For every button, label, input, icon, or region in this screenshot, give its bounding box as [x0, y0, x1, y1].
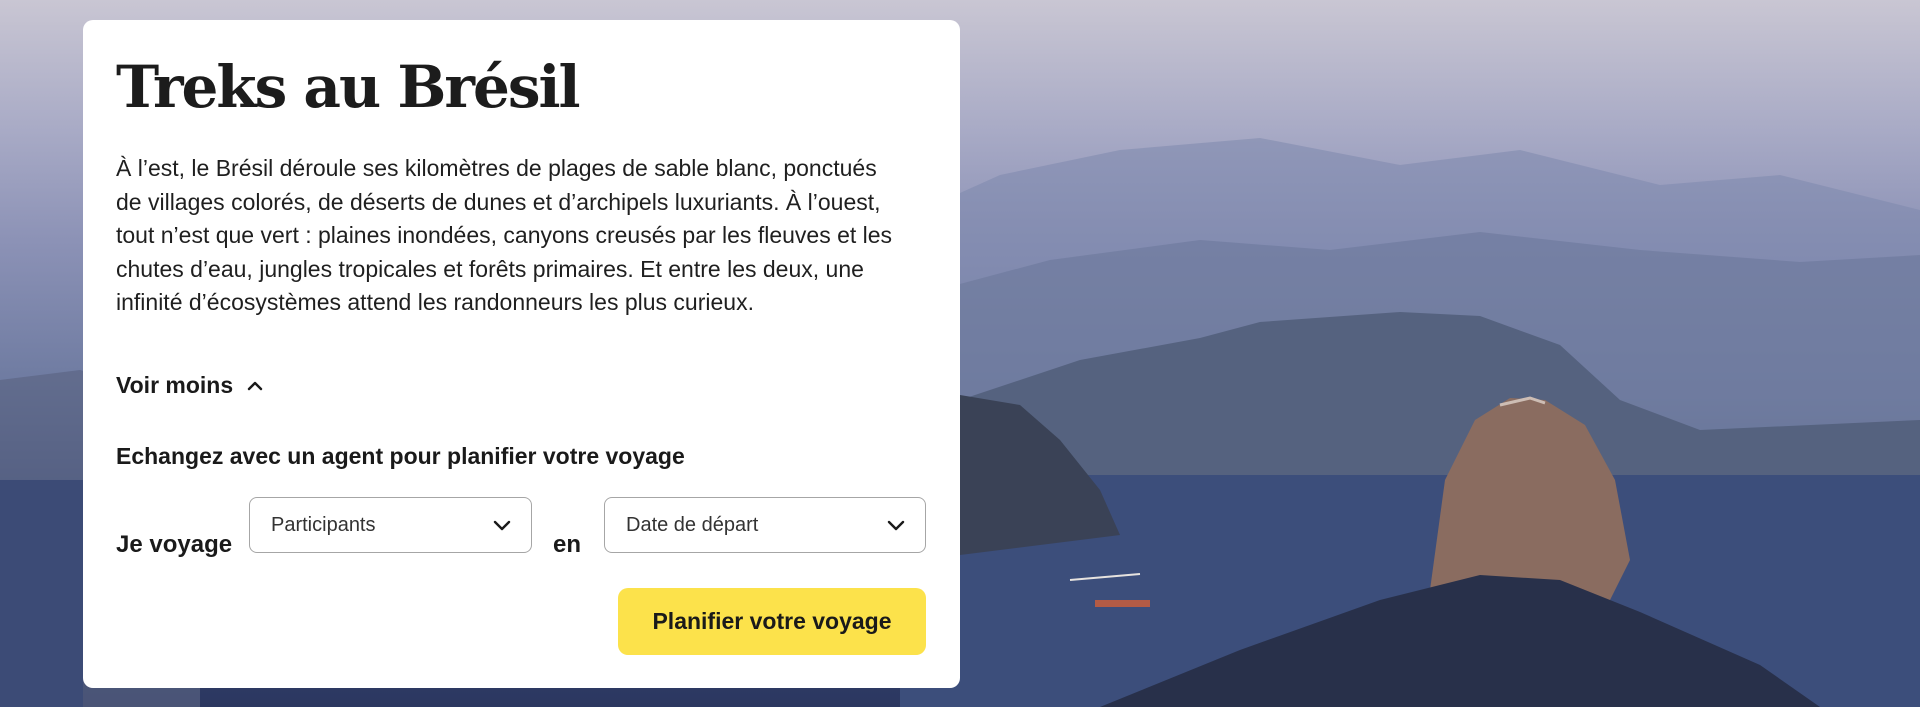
departure-date-select[interactable]: Date de départ — [604, 497, 926, 553]
planner-heading: Echangez avec un agent pour planifier vo… — [116, 443, 685, 469]
trek-info-card: Treks au Brésil À l’est, le Brésil dérou… — [83, 20, 960, 688]
in-label: en — [553, 531, 582, 558]
see-less-label: Voir moins — [116, 372, 234, 398]
participants-select[interactable]: Participants — [249, 497, 532, 553]
see-less-toggle[interactable]: Voir moins — [116, 372, 263, 399]
page-title: Treks au Brésil — [116, 53, 581, 121]
chevron-up-icon — [247, 381, 263, 390]
chevron-down-icon — [493, 520, 511, 530]
description-text: À l’est, le Brésil déroule ses kilomètre… — [116, 155, 893, 316]
chevron-down-icon — [887, 520, 905, 530]
plan-trip-button[interactable]: Planifier votre voyage — [618, 588, 926, 655]
participants-placeholder: Participants — [271, 513, 376, 536]
departure-date-placeholder: Date de départ — [626, 513, 759, 536]
travel-label: Je voyage — [116, 531, 233, 558]
